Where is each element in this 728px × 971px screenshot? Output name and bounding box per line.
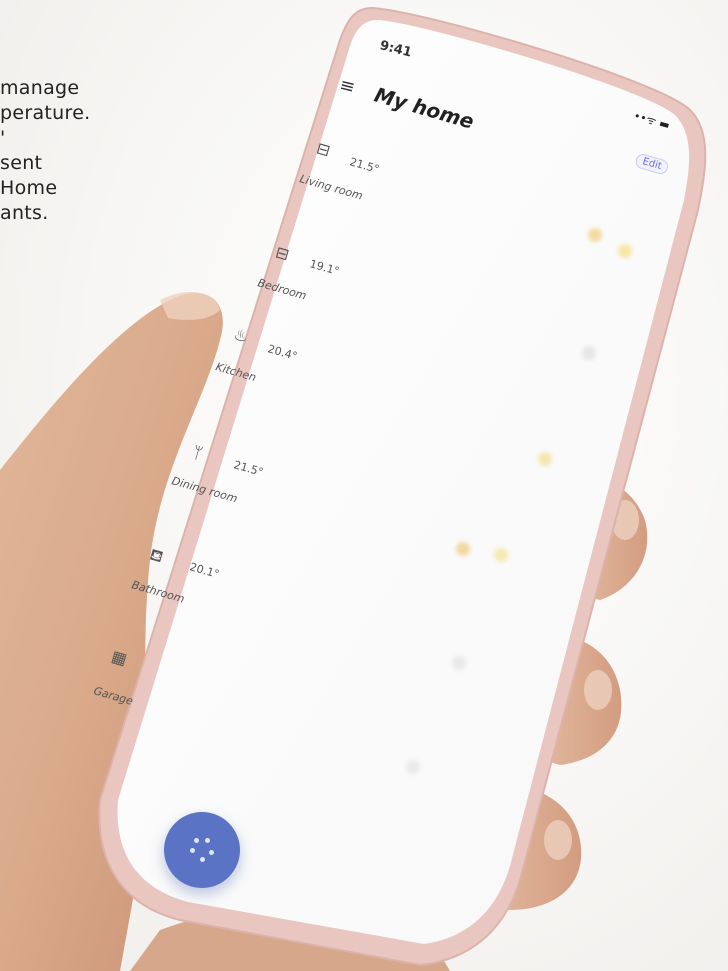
sofa-icon: ⊟ bbox=[314, 138, 333, 161]
room-temperature: 20.4° bbox=[266, 342, 299, 364]
garage-icon: ▦ bbox=[109, 646, 130, 669]
room-status-dot bbox=[618, 244, 632, 258]
dots-menu-icon bbox=[186, 834, 218, 866]
room-temperature: 21.5° bbox=[232, 458, 265, 480]
edit-button[interactable]: Edit bbox=[633, 152, 671, 176]
room-status-dot bbox=[494, 548, 508, 562]
cutlery-icon: ᛘ bbox=[190, 442, 205, 464]
room-status-dot bbox=[452, 656, 466, 670]
room-name[interactable]: Garage bbox=[92, 684, 134, 708]
pot-icon: ♨ bbox=[231, 324, 251, 347]
room-name[interactable]: Bathroom bbox=[130, 578, 186, 605]
floating-action-button[interactable] bbox=[164, 812, 240, 888]
room-name[interactable]: Bedroom bbox=[256, 276, 308, 302]
room-name[interactable]: Dining room bbox=[170, 474, 239, 505]
room-temperature: 20.1° bbox=[188, 560, 221, 582]
page-title: My home bbox=[371, 82, 477, 134]
hamburger-menu-icon[interactable]: ≡ bbox=[337, 74, 357, 98]
room-status-dot bbox=[582, 346, 596, 360]
room-temperature: 21.5° bbox=[348, 155, 381, 177]
room-status-dot bbox=[456, 542, 470, 556]
room-status-dot bbox=[406, 760, 420, 774]
bathtub-icon: ⛾ bbox=[147, 544, 166, 567]
room-name[interactable]: Living room bbox=[298, 172, 364, 202]
room-status-dot bbox=[588, 228, 602, 242]
room-status-dot bbox=[538, 452, 552, 466]
phone-screen: 9:41 ••ᯤ ▬ ≡ My home Edit ⊟ 21.5° Living… bbox=[0, 0, 728, 971]
room-temperature: 19.1° bbox=[308, 257, 341, 279]
bed-icon: ⊟ bbox=[273, 242, 292, 265]
signal-wifi-battery-icon: ••ᯤ ▬ bbox=[632, 109, 672, 132]
status-time: 9:41 bbox=[378, 38, 414, 61]
room-name[interactable]: Kitchen bbox=[214, 360, 257, 384]
